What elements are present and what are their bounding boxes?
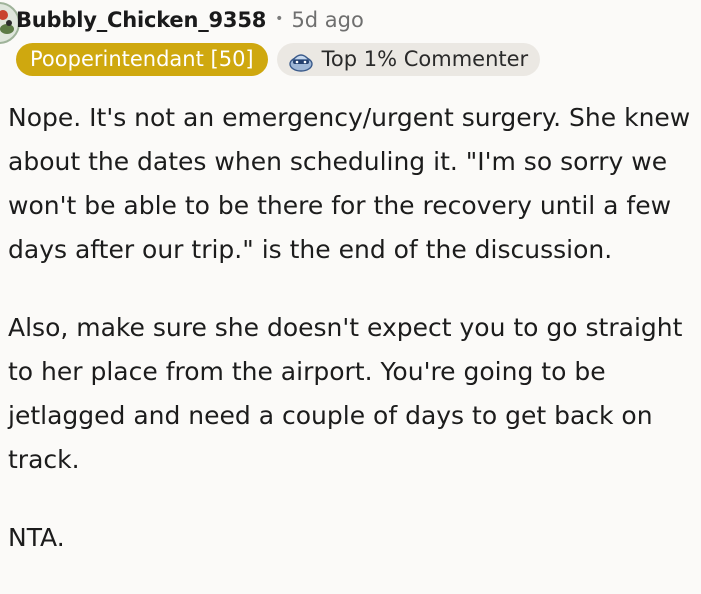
avatar-art-eye <box>6 20 12 26</box>
top-commenter-badge[interactable]: Top 1% Commenter <box>276 43 541 76</box>
comment-paragraph-3: NTA. <box>8 523 65 552</box>
top-commenter-icon <box>288 53 313 72</box>
user-flair: Pooperintendant [50] <box>16 43 268 76</box>
comment-header: Bubbly_Chicken_9358 • 5d ago <box>16 4 364 36</box>
timestamp[interactable]: 5d ago <box>291 8 363 32</box>
comment-paragraph-1: Nope. It's not an emergency/urgent surge… <box>8 103 691 264</box>
comment-paragraph-2: Also, make sure she doesn't expect you t… <box>8 313 683 474</box>
author-username[interactable]: Bubbly_Chicken_9358 <box>16 8 266 32</box>
comment-body: Nope. It's not an emergency/urgent surge… <box>8 96 698 560</box>
top-commenter-label: Top 1% Commenter <box>321 47 529 71</box>
avatar-art <box>0 10 8 20</box>
user-badges: Pooperintendant [50] Top 1% Commenter <box>16 43 541 76</box>
meta-separator: • <box>275 11 284 27</box>
